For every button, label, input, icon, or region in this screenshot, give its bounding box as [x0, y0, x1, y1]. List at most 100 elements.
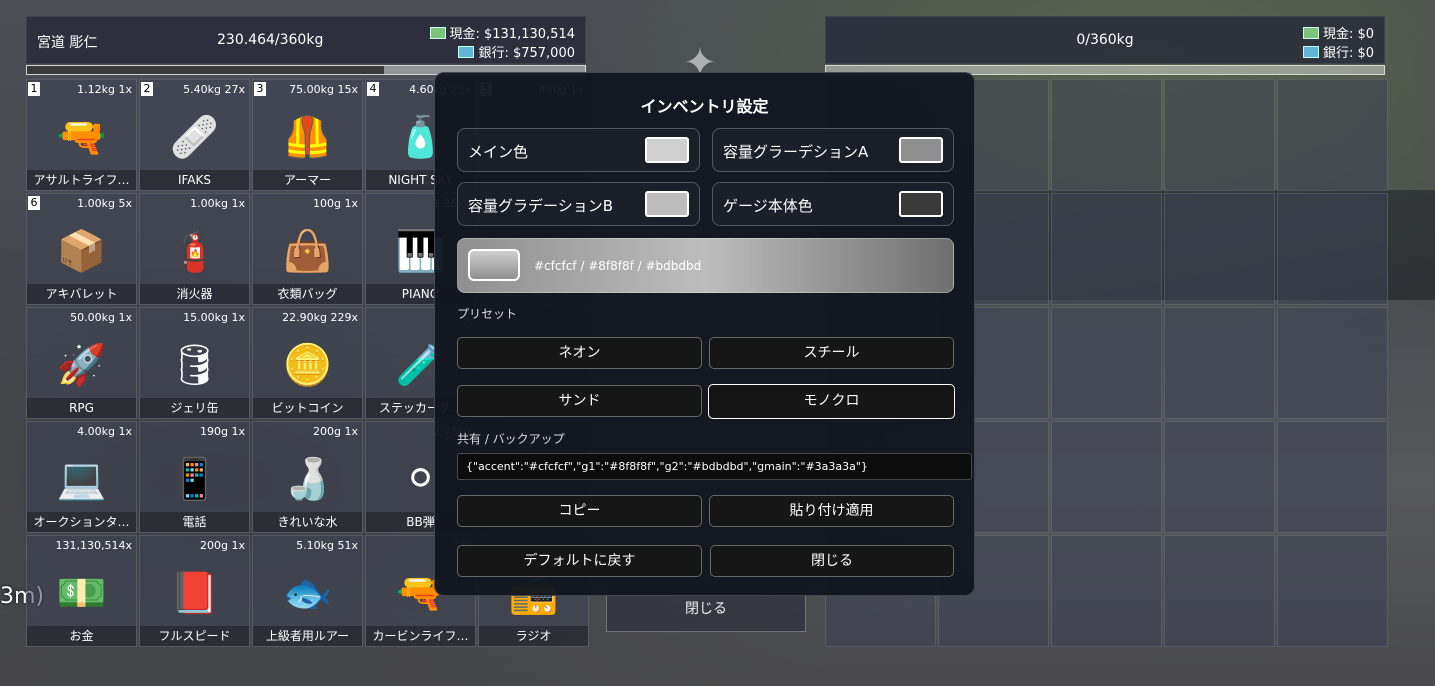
first-aid-icon: 🩹 — [169, 114, 220, 161]
jerrycan-icon: 🛢 — [169, 342, 220, 389]
slot-weight-count: 22.90kg 229x — [282, 311, 358, 324]
other-inventory-slot[interactable] — [1051, 307, 1162, 419]
gauge-color-swatch[interactable] — [899, 191, 943, 217]
inventory-slot[interactable]: 100g 1x 👜 衣類バッグ — [252, 193, 363, 305]
bitcoin-icon: 🪙 — [282, 342, 333, 389]
bank-display: 銀行: $757,000 — [458, 42, 575, 61]
preset-neon-button[interactable]: ネオン — [457, 337, 702, 369]
slot-item-name: アキバレット — [27, 284, 136, 304]
inventory-slot[interactable]: 5.10kg 51x 🐟 上級者用ルアー — [252, 535, 363, 647]
main-color-label: メイン色 — [468, 143, 529, 161]
other-inventory-slot[interactable] — [1164, 535, 1275, 647]
settings-json-input[interactable]: {"accent":"#cfcfcf","g1":"#8f8f8f","g2":… — [457, 453, 972, 480]
preset-steel-button[interactable]: スチール — [709, 337, 954, 369]
slot-item-name: アサルトライフ… — [27, 170, 136, 190]
slot-item-name: ジェリ缶 — [140, 398, 249, 418]
weight-bar-fill — [27, 66, 385, 74]
preview-swatch — [468, 249, 520, 281]
player-name: 宮道 彫仁 — [37, 35, 98, 51]
inventory-slot[interactable]: 131,130,514x 💵 お金 — [26, 535, 137, 647]
slot-weight-count: 75.00kg 15x — [289, 83, 358, 96]
inventory-slot[interactable]: 1.00kg 1x 🧯 消火器 — [139, 193, 250, 305]
cash-icon — [429, 26, 446, 39]
other-inventory-slot[interactable] — [1277, 79, 1388, 191]
inventory-slot[interactable]: 50.00kg 1x 🚀 RPG — [26, 307, 137, 419]
slot-item-name: RPG — [27, 398, 136, 418]
share-label: 共有 / バックアップ — [457, 432, 565, 446]
slot-weight-count: 100g 1x — [313, 197, 358, 210]
slot-number: 6 — [28, 196, 40, 210]
other-weight: 0/360kg — [1076, 32, 1134, 48]
other-inventory-slot[interactable] — [1277, 307, 1388, 419]
slot-item-name: ラジオ — [479, 626, 588, 646]
slot-item-name: フルスピード — [140, 626, 249, 646]
inventory-slot[interactable]: 22.90kg 229x 🪙 ビットコイン — [252, 307, 363, 419]
other-inventory-slot[interactable] — [1164, 79, 1275, 191]
rpg-icon: 🚀 — [56, 342, 107, 389]
preset-sand-button[interactable]: サンド — [457, 385, 702, 417]
inventory-slot[interactable]: 15.00kg 1x 🛢 ジェリ缶 — [139, 307, 250, 419]
lure-icon: 🐟 — [282, 570, 333, 617]
inventory-settings-modal: インベントリ設定 メイン色 容量グラーデションA 容量グラデーションB ゲージ本… — [434, 72, 975, 596]
gradient-b-setting: 容量グラデーションB — [457, 182, 700, 226]
slot-weight-count: 15.00kg 1x — [183, 311, 245, 324]
inventory-slot[interactable]: 3 75.00kg 15x 🦺 アーマー — [252, 79, 363, 191]
slot-weight-count: 50.00kg 1x — [70, 311, 132, 324]
presets-label: プリセット — [457, 307, 518, 321]
other-inventory-slot[interactable] — [1051, 193, 1162, 305]
inventory-slot[interactable]: 4.00kg 1x 💻 オークションタ… — [26, 421, 137, 533]
armor-icon: 🦺 — [282, 114, 333, 161]
water-icon: 🍶 — [282, 456, 333, 503]
other-inventory-slot[interactable] — [1164, 307, 1275, 419]
rifle-icon: 🔫 — [56, 114, 107, 161]
inventory-slot[interactable]: 6 1.00kg 5x 📦 アキバレット — [26, 193, 137, 305]
main-color-swatch[interactable] — [645, 137, 689, 163]
inventory-slot[interactable]: 200g 1x 📕 フルスピード — [139, 535, 250, 647]
money-icon: 💵 — [56, 570, 107, 617]
modal-title: インベントリ設定 — [640, 97, 769, 116]
other-inventory-header: 0/360kg 現金: $0 銀行: $0 — [825, 16, 1385, 64]
slot-number: 2 — [141, 82, 153, 96]
gradient-a-swatch[interactable] — [899, 137, 943, 163]
slot-weight-count: 131,130,514x — [55, 539, 133, 552]
inventory-slot[interactable]: 1 1.12kg 1x 🔫 アサルトライフ… — [26, 79, 137, 191]
gauge-color-label: ゲージ本体色 — [723, 197, 813, 215]
other-inventory-slot[interactable] — [1051, 535, 1162, 647]
player-weight: 230.464/360kg — [217, 32, 324, 48]
slot-item-name: きれいな水 — [253, 512, 362, 532]
slot-weight-count: 1.00kg 5x — [77, 197, 132, 210]
gradient-b-swatch[interactable] — [645, 191, 689, 217]
slot-weight-count: 1.00kg 1x — [190, 197, 245, 210]
preset-mono-button[interactable]: モノクロ — [708, 384, 955, 419]
inventory-slot[interactable]: 2 5.40kg 27x 🩹 IFAKS — [139, 79, 250, 191]
cash-display: 現金: $131,130,514 — [429, 23, 575, 42]
other-inventory-slot[interactable] — [1164, 193, 1275, 305]
player-inventory-header: 宮道 彫仁 230.464/360kg 現金: $131,130,514 銀行:… — [26, 16, 586, 64]
slot-item-name: IFAKS — [140, 170, 249, 190]
bank-icon — [458, 45, 475, 58]
inventory-slot[interactable]: 190g 1x 📱 電話 — [139, 421, 250, 533]
bag-icon: 👜 — [282, 228, 333, 275]
preview-text: #cfcfcf / #8f8f8f / #bdbdbd — [534, 259, 702, 273]
slot-item-name: 上級者用ルアー — [253, 626, 362, 646]
reset-default-button[interactable]: デフォルトに戻す — [457, 545, 702, 577]
other-inventory-slot[interactable] — [1277, 421, 1388, 533]
other-inventory-slot[interactable] — [1277, 193, 1388, 305]
paste-apply-button[interactable]: 貼り付け適用 — [709, 495, 954, 527]
slot-number: 4 — [367, 82, 379, 96]
copy-button[interactable]: コピー — [457, 495, 702, 527]
slot-number: 3 — [254, 82, 266, 96]
gradient-a-setting: 容量グラーデションA — [712, 128, 954, 172]
gauge-color-setting: ゲージ本体色 — [712, 182, 954, 226]
cash-icon — [1302, 26, 1319, 39]
slot-number: 1 — [28, 82, 40, 96]
other-inventory-slot[interactable] — [1051, 79, 1162, 191]
other-inventory-slot[interactable] — [1277, 535, 1388, 647]
slot-weight-count: 200g 1x — [313, 425, 358, 438]
close-button[interactable]: 閉じる — [710, 545, 954, 577]
other-inventory-slot[interactable] — [1164, 421, 1275, 533]
inventory-slot[interactable]: 200g 1x 🍶 きれいな水 — [252, 421, 363, 533]
gradient-a-label: 容量グラーデションA — [723, 143, 869, 161]
other-inventory-slot[interactable] — [1051, 421, 1162, 533]
phone-icon: 📱 — [169, 456, 220, 503]
